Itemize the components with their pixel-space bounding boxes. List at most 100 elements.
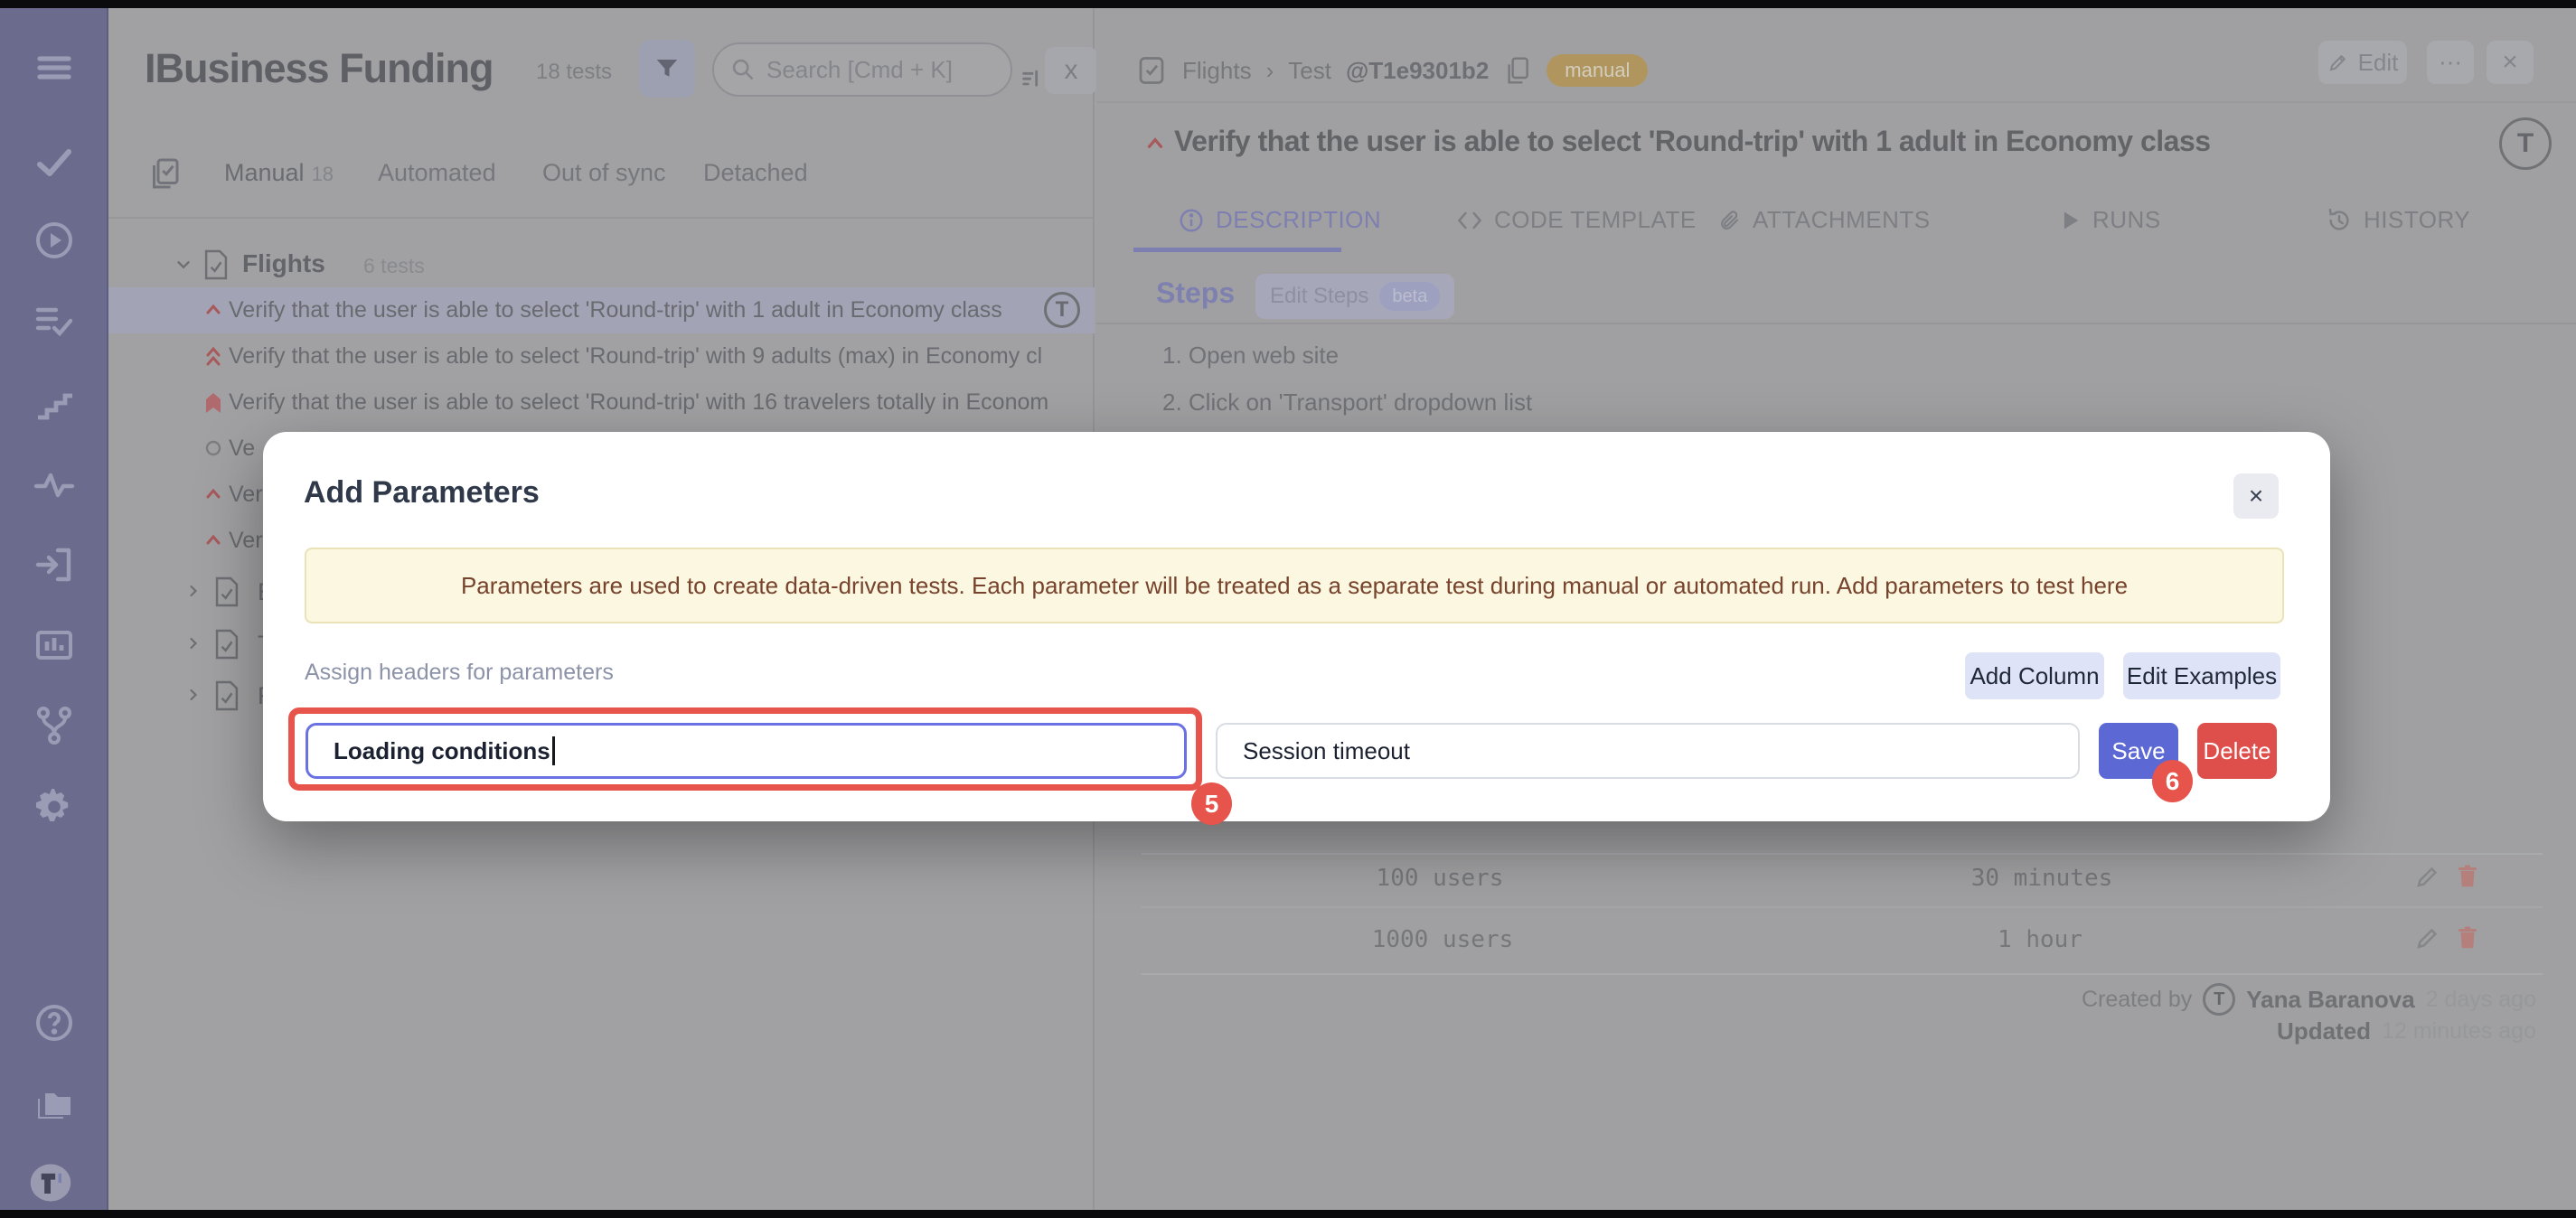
tab-attachments[interactable]: ATTACHMENTS <box>1718 206 1931 234</box>
clear-search-button[interactable]: x <box>1045 47 1097 94</box>
checklist-icon[interactable] <box>33 299 76 342</box>
table-line <box>1142 973 2543 975</box>
project-title: IBusiness Funding <box>145 45 494 92</box>
test-title: Ver <box>229 472 263 518</box>
app-logo[interactable] <box>29 1161 80 1208</box>
test-title: Verify that the user is able to select '… <box>229 333 1042 379</box>
bulk-edit-icon[interactable] <box>150 155 183 192</box>
activity-icon[interactable] <box>33 463 76 506</box>
table-line <box>1142 853 2543 855</box>
automation-badge: T <box>1044 292 1080 328</box>
table-cell: 30 minutes <box>1971 865 2113 892</box>
tests-check-icon[interactable] <box>33 141 76 184</box>
folder-count: 6 tests <box>363 254 425 278</box>
edit-steps-button[interactable]: Edit Steps beta <box>1255 274 1454 319</box>
modal-close-button[interactable]: × <box>2233 473 2279 519</box>
tab-description[interactable]: DESCRIPTION <box>1178 206 1381 234</box>
modal-title: Add Parameters <box>304 475 540 511</box>
tab-detached[interactable]: Detached <box>703 159 808 187</box>
filter-button[interactable] <box>639 40 695 98</box>
info-icon <box>1178 207 1205 234</box>
info-text: Parameters are used to create data-drive… <box>461 572 2128 600</box>
close-panel-button[interactable]: × <box>2487 41 2534 84</box>
search-placeholder: Search [Cmd + K] <box>766 56 953 84</box>
delete-button[interactable]: Delete <box>2197 723 2277 779</box>
divider <box>1096 101 2576 103</box>
parameter-name-input-2[interactable]: Session timeout <box>1216 723 2080 779</box>
more-button[interactable]: ⋯ <box>2427 41 2474 84</box>
bar-chart-icon[interactable] <box>33 623 76 667</box>
tab-out-of-sync[interactable]: Out of sync <box>542 159 666 187</box>
test-detail-title: Verify that the user is able to select '… <box>1174 125 2211 158</box>
import-icon[interactable] <box>33 543 76 586</box>
test-row[interactable]: Verify that the user is able to select '… <box>108 287 1095 333</box>
gear-icon[interactable] <box>33 785 76 829</box>
updated-meta: Updated 12 minutes ago <box>2277 1017 2536 1045</box>
table-cell: 100 users <box>1377 865 1504 892</box>
top-edge <box>0 0 2576 8</box>
funnel-icon <box>653 55 681 82</box>
table-cell: 1 hour <box>1998 926 2082 953</box>
updated-ago: 12 minutes ago <box>2382 1018 2536 1045</box>
file-check-icon <box>213 628 240 661</box>
parameter-name-input[interactable]: Loading conditions <box>306 723 1187 779</box>
breadcrumb-sep: › <box>1266 57 1274 85</box>
row-delete-icon[interactable] <box>2454 924 2481 951</box>
test-row[interactable]: Verify that the user is able to select '… <box>108 333 1095 379</box>
test-title: Ve <box>229 426 255 472</box>
file-check-icon <box>213 679 240 712</box>
play-circle-icon[interactable] <box>33 219 76 262</box>
search-input[interactable]: Search [Cmd + K] <box>712 42 1012 97</box>
chevron-down-icon <box>174 255 193 275</box>
folder-name: Flights <box>242 249 325 278</box>
add-column-button[interactable]: Add Column <box>1965 652 2104 699</box>
test-id: @T1e9301b2 <box>1346 57 1489 85</box>
folder-row-flights[interactable]: Flights 6 tests <box>108 242 1093 287</box>
branch-icon[interactable] <box>33 704 76 747</box>
author-name[interactable]: Yana Baranova <box>2246 986 2414 1014</box>
chevron-right-icon <box>184 582 202 600</box>
tab-runs[interactable]: RUNS <box>2060 206 2161 234</box>
created-label: Created by <box>2082 987 2192 1013</box>
avatar: T <box>2203 983 2235 1016</box>
step-item: 2. Click on 'Transport' dropdown list <box>1162 389 1532 417</box>
hamburger-menu-icon[interactable] <box>33 46 76 89</box>
created-meta: Created by T Yana Baranova 2 days ago <box>2082 983 2536 1016</box>
edit-button[interactable]: Edit <box>2318 41 2407 84</box>
assign-headers-label: Assign headers for parameters <box>305 660 614 686</box>
search-icon <box>730 57 756 82</box>
ellipsis-icon: ⋯ <box>2439 49 2462 77</box>
list-tabs: Manual18 Automated Out of sync Detached <box>108 152 1093 199</box>
sidebar <box>0 0 108 1218</box>
tab-code-template[interactable]: CODE TEMPLATE <box>1456 206 1697 234</box>
row-edit-icon[interactable] <box>2414 924 2441 951</box>
priority-critical-icon <box>202 391 224 415</box>
divider <box>108 217 1093 219</box>
tab-manual[interactable]: Manual18 <box>224 159 334 187</box>
row-edit-icon[interactable] <box>2414 863 2441 890</box>
steps-heading: Steps <box>1156 276 1235 310</box>
row-delete-icon[interactable] <box>2454 863 2481 890</box>
priority-normal-icon <box>202 437 224 459</box>
test-row[interactable]: Verify that the user is able to select '… <box>108 379 1095 426</box>
test-title: Verify that the user is able to select '… <box>229 287 1002 333</box>
edit-label: Edit <box>2358 49 2399 77</box>
info-banner: Parameters are used to create data-drive… <box>305 548 2284 623</box>
play-icon <box>2060 209 2082 232</box>
edit-examples-button[interactable]: Edit Examples <box>2123 652 2280 699</box>
file-check-icon <box>213 576 240 608</box>
folders-icon[interactable] <box>33 1082 76 1126</box>
breadcrumb-root[interactable]: Flights <box>1182 57 1252 85</box>
copy-icon[interactable] <box>1503 54 1532 87</box>
paperclip-icon <box>1718 207 1742 234</box>
stairs-icon[interactable] <box>33 381 76 425</box>
sort-filter-icon[interactable] <box>1020 65 1045 90</box>
code-icon <box>1456 209 1483 232</box>
chevron-right-icon <box>184 634 202 652</box>
test-title: Ver <box>229 518 263 564</box>
tab-history[interactable]: HISTORY <box>2326 206 2470 234</box>
file-check-icon <box>202 248 230 281</box>
annotation-badge-5: 5 <box>1191 782 1232 825</box>
tab-automated[interactable]: Automated <box>378 159 496 187</box>
help-icon[interactable] <box>33 1001 76 1045</box>
